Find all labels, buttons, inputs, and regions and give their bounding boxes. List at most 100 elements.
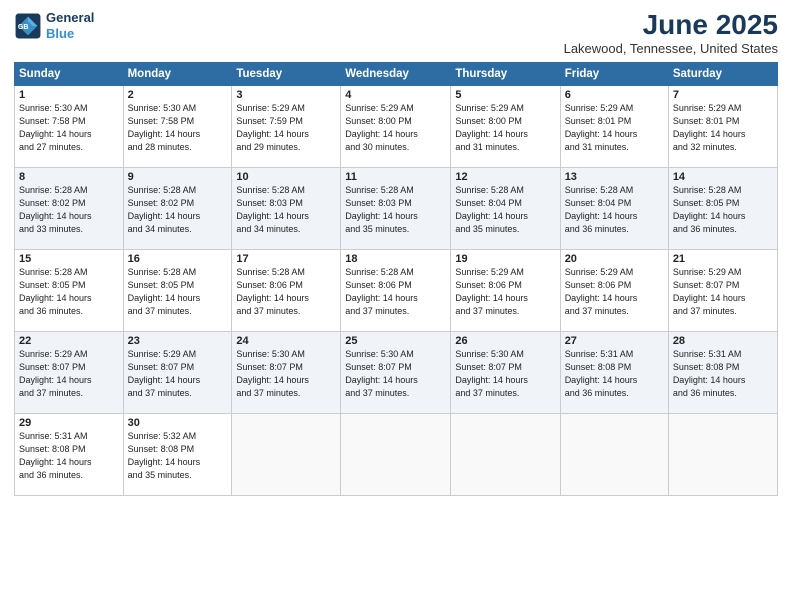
day-info: Sunrise: 5:29 AMSunset: 8:00 PMDaylight:… [455, 102, 555, 154]
daylight-minutes: and 27 minutes. [19, 142, 83, 152]
day-number: 19 [455, 253, 555, 265]
header-cell-friday: Friday [560, 62, 668, 85]
sunset-text: Sunset: 8:00 PM [345, 116, 412, 126]
sunrise-text: Sunrise: 5:30 AM [345, 349, 414, 359]
month-title: June 2025 [564, 10, 778, 41]
daylight-label: Daylight: 14 hours [673, 293, 746, 303]
sunrise-text: Sunrise: 5:29 AM [673, 103, 742, 113]
day-number: 15 [19, 253, 119, 265]
calendar-cell: 3Sunrise: 5:29 AMSunset: 7:59 PMDaylight… [232, 85, 341, 167]
calendar-cell: 10Sunrise: 5:28 AMSunset: 8:03 PMDayligh… [232, 167, 341, 249]
day-number: 30 [128, 417, 228, 429]
sunrise-text: Sunrise: 5:28 AM [128, 185, 197, 195]
calendar-cell: 25Sunrise: 5:30 AMSunset: 8:07 PMDayligh… [341, 331, 451, 413]
day-info: Sunrise: 5:30 AMSunset: 8:07 PMDaylight:… [236, 348, 336, 400]
day-info: Sunrise: 5:28 AMSunset: 8:04 PMDaylight:… [565, 184, 664, 236]
day-info: Sunrise: 5:28 AMSunset: 8:03 PMDaylight:… [345, 184, 446, 236]
day-info: Sunrise: 5:29 AMSunset: 7:59 PMDaylight:… [236, 102, 336, 154]
day-number: 14 [673, 171, 773, 183]
daylight-minutes: and 31 minutes. [565, 142, 629, 152]
day-info: Sunrise: 5:28 AMSunset: 8:05 PMDaylight:… [128, 266, 228, 318]
day-number: 1 [19, 89, 119, 101]
daylight-minutes: and 36 minutes. [565, 388, 629, 398]
header-cell-saturday: Saturday [668, 62, 777, 85]
daylight-minutes: and 31 minutes. [455, 142, 519, 152]
daylight-label: Daylight: 14 hours [236, 129, 309, 139]
calendar-cell [341, 413, 451, 495]
day-info: Sunrise: 5:28 AMSunset: 8:05 PMDaylight:… [673, 184, 773, 236]
daylight-label: Daylight: 14 hours [345, 129, 418, 139]
daylight-minutes: and 36 minutes. [19, 306, 83, 316]
logo-icon: GB [14, 12, 42, 40]
daylight-minutes: and 37 minutes. [455, 388, 519, 398]
sunrise-text: Sunrise: 5:30 AM [128, 103, 197, 113]
calendar-cell: 19Sunrise: 5:29 AMSunset: 8:06 PMDayligh… [451, 249, 560, 331]
sunrise-text: Sunrise: 5:31 AM [565, 349, 634, 359]
day-number: 3 [236, 89, 336, 101]
day-number: 9 [128, 171, 228, 183]
sunrise-text: Sunrise: 5:29 AM [673, 267, 742, 277]
calendar-cell: 6Sunrise: 5:29 AMSunset: 8:01 PMDaylight… [560, 85, 668, 167]
sunrise-text: Sunrise: 5:28 AM [19, 185, 88, 195]
daylight-minutes: and 32 minutes. [673, 142, 737, 152]
day-number: 4 [345, 89, 446, 101]
day-info: Sunrise: 5:31 AMSunset: 8:08 PMDaylight:… [19, 430, 119, 482]
daylight-minutes: and 37 minutes. [236, 306, 300, 316]
calendar-cell: 29Sunrise: 5:31 AMSunset: 8:08 PMDayligh… [15, 413, 124, 495]
sunrise-text: Sunrise: 5:31 AM [19, 431, 88, 441]
sunrise-text: Sunrise: 5:28 AM [673, 185, 742, 195]
header-cell-sunday: Sunday [15, 62, 124, 85]
calendar-cell: 16Sunrise: 5:28 AMSunset: 8:05 PMDayligh… [123, 249, 232, 331]
calendar-header-row: SundayMondayTuesdayWednesdayThursdayFrid… [15, 62, 778, 85]
daylight-label: Daylight: 14 hours [19, 375, 92, 385]
sunset-text: Sunset: 8:06 PM [565, 280, 632, 290]
calendar-cell: 22Sunrise: 5:29 AMSunset: 8:07 PMDayligh… [15, 331, 124, 413]
calendar-cell: 4Sunrise: 5:29 AMSunset: 8:00 PMDaylight… [341, 85, 451, 167]
calendar-cell: 28Sunrise: 5:31 AMSunset: 8:08 PMDayligh… [668, 331, 777, 413]
calendar-cell: 1Sunrise: 5:30 AMSunset: 7:58 PMDaylight… [15, 85, 124, 167]
sunrise-text: Sunrise: 5:29 AM [455, 103, 524, 113]
daylight-label: Daylight: 14 hours [345, 375, 418, 385]
calendar-cell [451, 413, 560, 495]
day-number: 18 [345, 253, 446, 265]
day-number: 7 [673, 89, 773, 101]
day-info: Sunrise: 5:28 AMSunset: 8:04 PMDaylight:… [455, 184, 555, 236]
daylight-minutes: and 37 minutes. [19, 388, 83, 398]
sunrise-text: Sunrise: 5:28 AM [345, 267, 414, 277]
calendar-cell: 30Sunrise: 5:32 AMSunset: 8:08 PMDayligh… [123, 413, 232, 495]
day-info: Sunrise: 5:29 AMSunset: 8:00 PMDaylight:… [345, 102, 446, 154]
day-info: Sunrise: 5:29 AMSunset: 8:07 PMDaylight:… [673, 266, 773, 318]
calendar-cell: 8Sunrise: 5:28 AMSunset: 8:02 PMDaylight… [15, 167, 124, 249]
day-info: Sunrise: 5:31 AM Sunset: 8:08 PM Daylight:… [673, 348, 773, 400]
sunrise-text: Sunrise: 5:31 AM [673, 349, 742, 359]
day-number: 8 [19, 171, 119, 183]
day-number: 17 [236, 253, 336, 265]
day-number: 2 [128, 89, 228, 101]
day-number: 20 [565, 253, 664, 265]
sunrise-text: Sunrise: 5:30 AM [19, 103, 88, 113]
day-number: 6 [565, 89, 664, 101]
daylight-minutes: and 35 minutes. [455, 224, 519, 234]
header-cell-thursday: Thursday [451, 62, 560, 85]
day-info: Sunrise: 5:30 AMSunset: 7:58 PMDaylight:… [128, 102, 228, 154]
day-info: Sunrise: 5:29 AMSunset: 8:01 PMDaylight:… [673, 102, 773, 154]
sunset-text: Sunset: 7:59 PM [236, 116, 303, 126]
sunset-text: Sunset: 8:08 PM [673, 362, 740, 372]
sunset-text: Sunset: 8:07 PM [128, 362, 195, 372]
daylight-label: Daylight: 14 hours [128, 293, 201, 303]
calendar-week-row: 15 Sunrise: 5:28 AMSunset: 8:05 PMDayligh… [15, 249, 778, 331]
daylight-label: Daylight: 14 hours [565, 211, 638, 221]
sunrise-text: Sunrise: 5:28 AM [236, 185, 305, 195]
daylight-label: Daylight: 14 hours [673, 375, 746, 385]
sunrise-text: Sunrise: 5:28 AM [345, 185, 414, 195]
daylight-minutes: and 36 minutes. [19, 470, 83, 480]
sunset-text: Sunset: 8:07 PM [19, 362, 86, 372]
sunrise-text: Sunrise: 5:28 AM [128, 267, 197, 277]
day-info: Sunrise: 5:30 AMSunset: 8:07 PMDaylight:… [345, 348, 446, 400]
page: GB General Blue June 2025 Lakewood, Tenn… [0, 0, 792, 612]
day-number: 13 [565, 171, 664, 183]
sunset-text: Sunset: 8:03 PM [345, 198, 412, 208]
logo: GB General Blue [14, 10, 94, 41]
daylight-label: Daylight: 14 hours [19, 293, 92, 303]
calendar-week-row: 29Sunrise: 5:31 AMSunset: 8:08 PMDayligh… [15, 413, 778, 495]
